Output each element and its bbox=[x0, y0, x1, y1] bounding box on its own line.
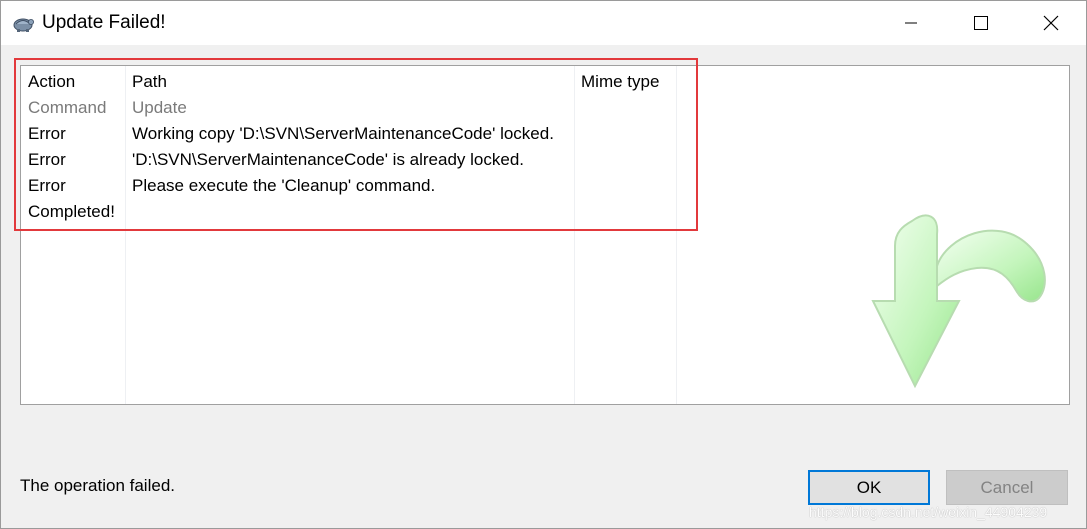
close-icon bbox=[1043, 15, 1059, 31]
watermark-text: https://blog.csdn.net/weixin_44904239 bbox=[809, 504, 1048, 520]
tortoise-icon bbox=[13, 18, 34, 32]
minimize-icon bbox=[905, 22, 917, 24]
window-title: Update Failed! bbox=[42, 12, 166, 33]
annotation-highlight-box bbox=[14, 58, 698, 231]
cancel-button[interactable]: Cancel bbox=[946, 470, 1068, 505]
minimize-button[interactable] bbox=[876, 1, 946, 45]
title-bar[interactable]: Update Failed! bbox=[1, 1, 1086, 45]
close-button[interactable] bbox=[1016, 1, 1086, 45]
ok-button[interactable]: OK bbox=[808, 470, 930, 505]
update-arrow-icon bbox=[871, 214, 1046, 389]
maximize-icon bbox=[974, 16, 988, 30]
maximize-button[interactable] bbox=[946, 1, 1016, 45]
status-text: The operation failed. bbox=[20, 476, 175, 495]
